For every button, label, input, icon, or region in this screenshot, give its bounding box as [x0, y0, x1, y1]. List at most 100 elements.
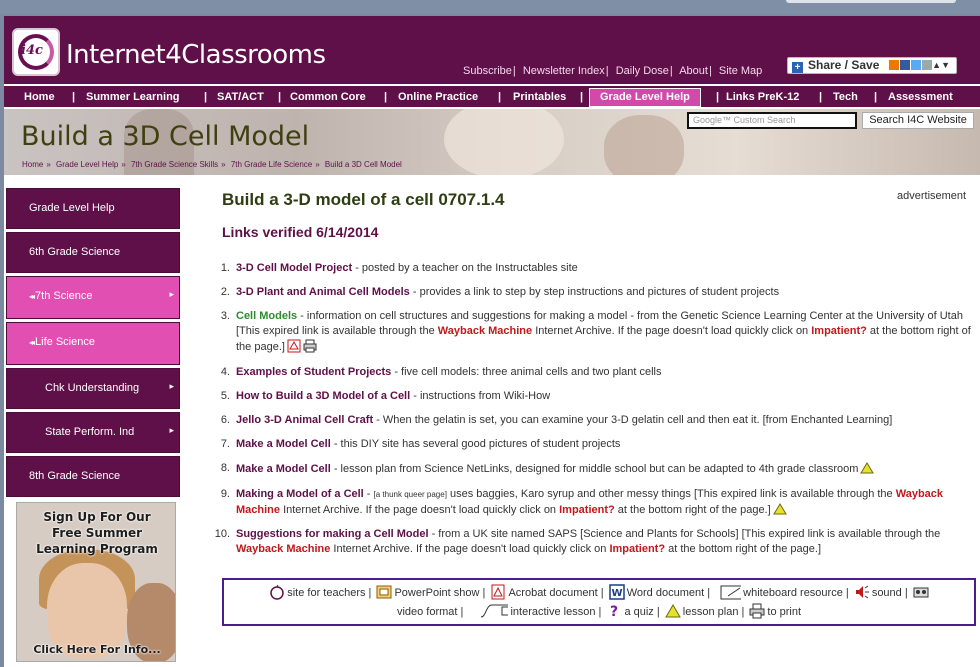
- crumb-7th-life-science[interactable]: 7th Grade Life Science: [231, 160, 312, 169]
- sidebar-item-label: Chk Understanding: [45, 382, 140, 394]
- nav-grade-level-help[interactable]: Grade Level Help: [589, 88, 701, 107]
- toplink-site-map[interactable]: Site Map: [719, 65, 762, 77]
- crumb-current: Build a 3D Cell Model: [324, 160, 402, 169]
- chevron-right-icon: ▸: [169, 289, 174, 299]
- sidebar-item-label: Life Science: [35, 336, 95, 348]
- email-share-icon: [888, 60, 899, 70]
- impatient-link[interactable]: Impatient?: [559, 504, 615, 516]
- share-label: Share / Save: [808, 58, 880, 72]
- site-header: i4c Internet4Classrooms Subscribe| Newsl…: [4, 16, 980, 84]
- nav-online-practice[interactable]: Online Practice: [398, 89, 478, 106]
- links-verified: Links verified 6/14/2014: [222, 224, 379, 240]
- nav-common-core[interactable]: Common Core: [290, 89, 366, 106]
- share-button[interactable]: + Share / Save ▲▼: [787, 57, 957, 74]
- wayback-link[interactable]: Wayback Machine: [438, 325, 532, 337]
- lesson-plan-icon: [772, 503, 787, 515]
- share-dropdown-icon: ▲▼: [932, 60, 950, 70]
- icon-legend: site for teachers | PowerPoint show | Ac…: [222, 578, 976, 626]
- site-logo[interactable]: i4c: [12, 28, 60, 76]
- toplink-daily-dose[interactable]: Daily Dose: [616, 65, 669, 77]
- crumb-home[interactable]: Home: [22, 160, 43, 169]
- svg-text:W: W: [611, 588, 622, 599]
- sound-icon: [855, 585, 869, 599]
- toplink-about[interactable]: About: [679, 65, 708, 77]
- word-icon: W: [608, 584, 625, 600]
- site-brand[interactable]: Internet4Classrooms: [66, 40, 326, 70]
- resource-link[interactable]: Make a Model Cell: [236, 438, 331, 450]
- promo-cta[interactable]: Click Here For Info...: [17, 643, 175, 656]
- sidebar-item-label: 6th Grade Science: [29, 246, 121, 258]
- lesson-plan-icon: [664, 604, 681, 618]
- apple-icon: [270, 584, 284, 600]
- lesson-plan-icon: [860, 462, 875, 474]
- resource-link[interactable]: How to Build a 3D Model of a Cell: [236, 390, 410, 402]
- quiz-icon: ?: [610, 604, 618, 619]
- nav-printables[interactable]: Printables: [513, 89, 566, 106]
- page-banner: Build a 3D Cell Model Home» Grade Level …: [4, 109, 980, 175]
- nav-tech[interactable]: Tech: [833, 89, 858, 106]
- page: i4c Internet4Classrooms Subscribe| Newsl…: [4, 16, 980, 667]
- sidebar-item-label: Grade Level Help: [29, 202, 115, 214]
- banner-title: Build a 3D Cell Model: [21, 121, 310, 152]
- nav-assessment[interactable]: Assessment: [888, 89, 953, 106]
- nav-sat-act[interactable]: SAT/ACT: [217, 89, 264, 106]
- svg-text:?: ?: [610, 604, 618, 619]
- promo-headline: Sign Up For Our Free Summer Learning Progr…: [36, 510, 158, 556]
- crumb-grade-level-help[interactable]: Grade Level Help: [56, 160, 118, 169]
- whiteboard-icon: [720, 585, 742, 600]
- browser-top-strip: [0, 0, 980, 14]
- sidebar-item-7th-science[interactable]: ◂◂ 7th Science ▸: [6, 276, 180, 319]
- impatient-link[interactable]: Impatient?: [609, 543, 665, 555]
- resource-link[interactable]: Cell Models: [236, 310, 297, 322]
- print-icon[interactable]: [303, 339, 317, 353]
- more-share-icon: [921, 60, 932, 70]
- summer-learning-promo[interactable]: Sign Up For Our Free Summer Learning Progr…: [16, 502, 176, 662]
- resource-link[interactable]: Making a Model of a Cell: [236, 488, 364, 500]
- toplink-subscribe[interactable]: Subscribe: [463, 65, 512, 77]
- toplink-newsletter[interactable]: Newsletter Index: [523, 65, 605, 77]
- video-icon: [913, 587, 929, 598]
- top-pill: [786, 0, 956, 3]
- sidebar-item-label: 7th Science: [35, 290, 93, 302]
- nav-home[interactable]: Home: [24, 89, 55, 106]
- double-arrow-icon: ◂◂: [29, 292, 35, 301]
- breadcrumb: Home» Grade Level Help» 7th Grade Scienc…: [22, 160, 402, 169]
- search-input[interactable]: Google™ Custom Search: [687, 112, 857, 129]
- sidebar-item-grade-level-help[interactable]: Grade Level Help: [6, 188, 180, 229]
- sidebar: Grade Level Help 6th Grade Science ◂◂ 7th…: [6, 188, 180, 500]
- main-nav: Home | Summer Learning | SAT/ACT | Commo…: [4, 84, 980, 109]
- top-links: Subscribe| Newsletter Index| Daily Dose|…: [463, 65, 763, 77]
- resource-link[interactable]: 3-D Cell Model Project: [236, 262, 352, 274]
- print-icon: [749, 603, 765, 619]
- facebook-icon: [899, 60, 910, 70]
- sidebar-item-label: 8th Grade Science: [29, 470, 121, 482]
- resource-link[interactable]: Jello 3-D Animal Cell Craft: [236, 414, 373, 426]
- wayback-link[interactable]: Wayback Machine: [236, 543, 330, 555]
- resource-link[interactable]: Examples of Student Projects: [236, 366, 391, 378]
- share-plus-icon: +: [792, 62, 803, 73]
- advertisement-label: advertisement: [897, 190, 967, 202]
- sidebar-item-6th-science[interactable]: 6th Grade Science: [6, 232, 180, 273]
- page-title: Build a 3-D model of a cell 0707.1.4: [222, 190, 505, 209]
- nav-summer-learning[interactable]: Summer Learning: [86, 89, 180, 106]
- acrobat-icon: [287, 339, 301, 353]
- resource-link[interactable]: Suggestions for making a Cell Model: [236, 528, 429, 540]
- interactive-icon: [481, 604, 509, 618]
- resource-link[interactable]: 3-D Plant and Animal Cell Models: [236, 286, 410, 298]
- double-arrow-icon: ◂◂: [29, 338, 35, 347]
- search-button[interactable]: Search I4C Website: [862, 112, 974, 129]
- sidebar-item-8th-science[interactable]: 8th Grade Science: [6, 456, 180, 497]
- logo-text: i4c: [21, 43, 43, 58]
- powerpoint-icon: [376, 585, 392, 599]
- chevron-right-icon: ▸: [169, 425, 174, 435]
- resource-link[interactable]: Make a Model Cell: [236, 463, 331, 475]
- acrobat-icon: [491, 584, 505, 600]
- nav-links-prek12[interactable]: Links PreK-12: [726, 89, 799, 106]
- sidebar-item-state-perform[interactable]: State Perform. Ind ▸: [6, 412, 180, 453]
- chevron-right-icon: ▸: [169, 381, 174, 391]
- sidebar-item-life-science[interactable]: ◂◂ Life Science: [6, 322, 180, 365]
- impatient-link[interactable]: Impatient?: [811, 325, 867, 337]
- crumb-7th-science-skills[interactable]: 7th Grade Science Skills: [131, 160, 218, 169]
- sidebar-item-label: State Perform. Ind: [45, 426, 135, 438]
- sidebar-item-chk-understanding[interactable]: Chk Understanding ▸: [6, 368, 180, 409]
